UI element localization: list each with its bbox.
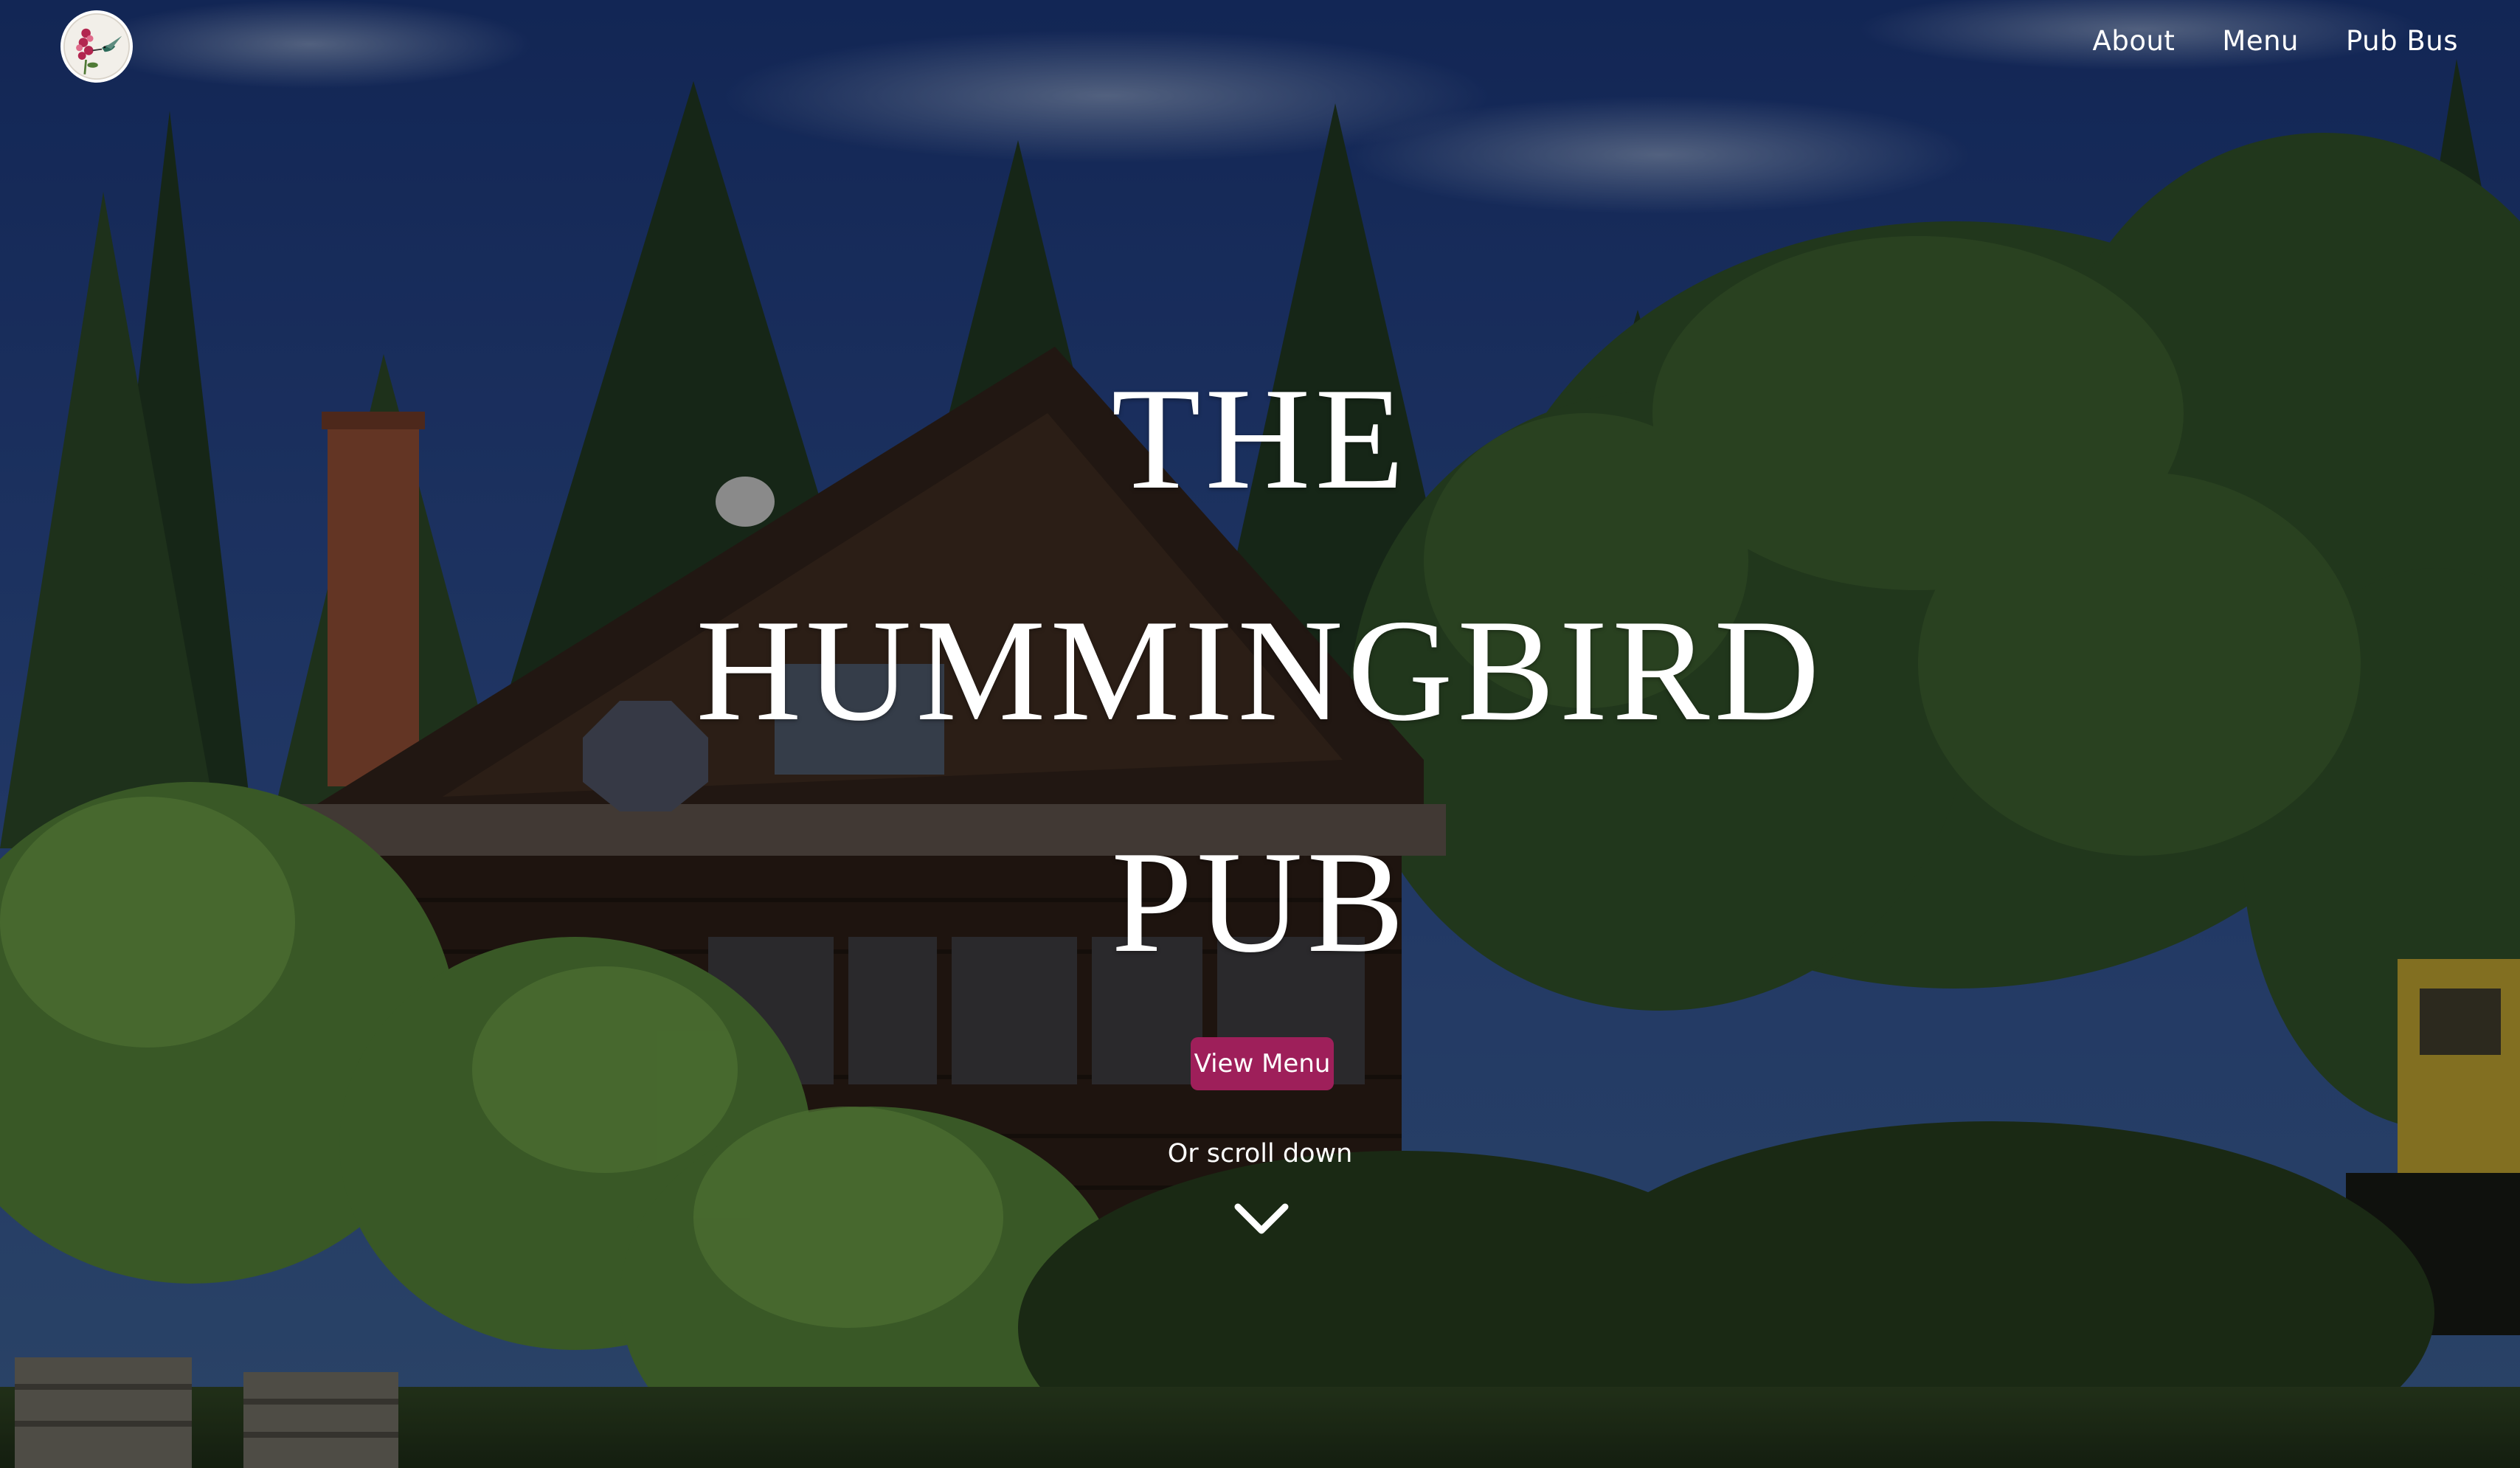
nav-link-about[interactable]: About (2093, 25, 2175, 57)
scroll-hint-text: Or scroll down (1167, 1139, 1353, 1168)
nav-link-menu[interactable]: Menu (2222, 25, 2299, 57)
top-navigation: About Menu Pub Bus (2093, 25, 2458, 57)
chevron-down-icon[interactable] (1233, 1201, 1290, 1236)
hero-section: About Menu Pub Bus THE HUMMINGBIRD PUB V… (0, 0, 2520, 1468)
nav-link-pub-bus[interactable]: Pub Bus (2346, 25, 2458, 57)
hummingbird-logo-icon[interactable] (60, 10, 133, 83)
view-menu-button[interactable]: View Menu (1191, 1037, 1334, 1090)
hero-title: THE HUMMINGBIRD PUB (0, 323, 2520, 1018)
hero-title-line: HUMMINGBIRD (696, 589, 1824, 751)
hero-title-line: PUB (1111, 821, 1409, 983)
hero-title-line: THE (1111, 358, 1409, 519)
